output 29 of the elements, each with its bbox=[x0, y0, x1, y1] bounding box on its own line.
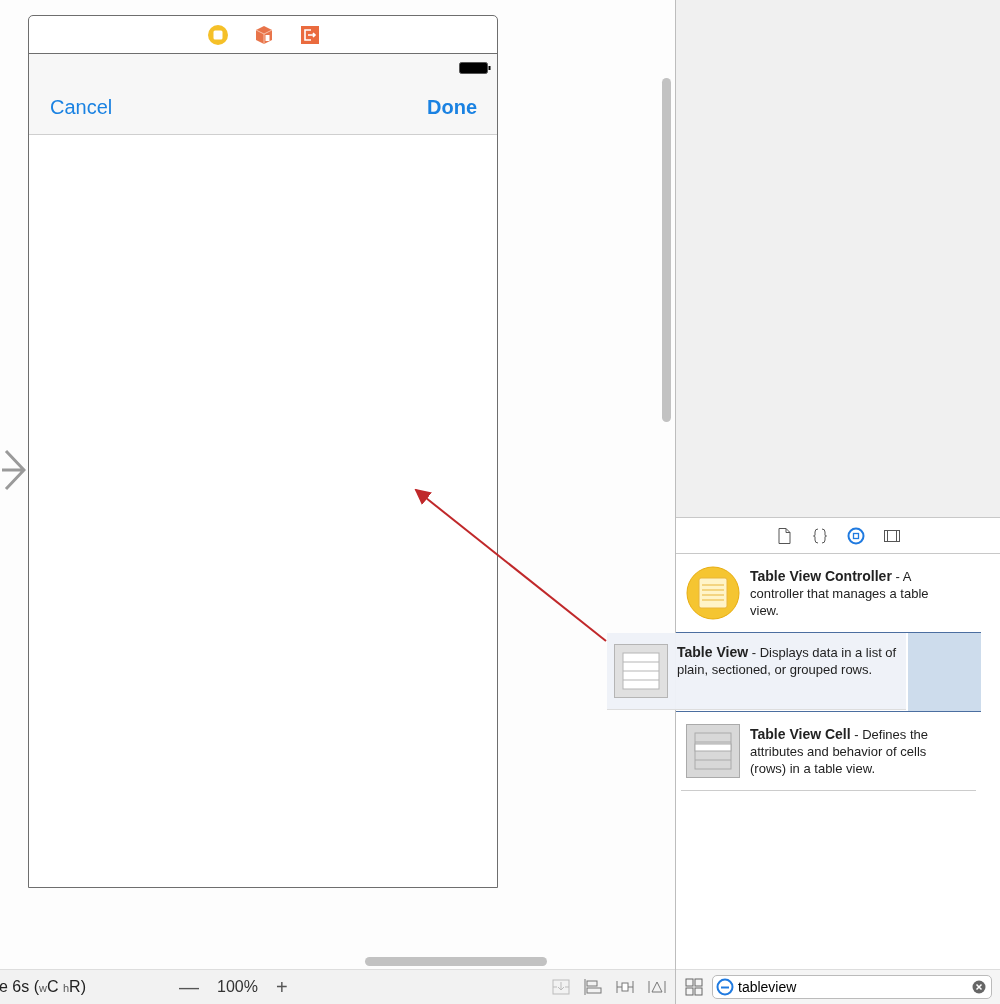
cancel-button[interactable]: Cancel bbox=[50, 96, 113, 119]
table-cell-icon bbox=[686, 724, 740, 778]
object-icon bbox=[716, 978, 734, 996]
zoom-out-button[interactable]: — bbox=[179, 975, 199, 999]
item-description: Table View Controller - A controller that manages a table view. bbox=[750, 568, 930, 619]
zoom-level[interactable]: 100% bbox=[217, 978, 258, 996]
clear-icon[interactable] bbox=[972, 980, 986, 994]
done-button[interactable]: Done bbox=[427, 96, 477, 119]
resolve-icon[interactable] bbox=[647, 978, 667, 996]
exit-icon[interactable] bbox=[299, 23, 321, 46]
zoom-in-button[interactable]: + bbox=[275, 975, 288, 999]
item-description: Table View Cell - Defines the attributes and behavior of cells (rows) in a table view. bbox=[750, 726, 929, 777]
vertical-scrollbar[interactable] bbox=[661, 78, 671, 422]
circle-icon[interactable] bbox=[207, 23, 229, 46]
item-description: Table View - Displays data in a list of plain, sectioned, or grouped rows. bbox=[677, 644, 898, 679]
grid-icon[interactable] bbox=[684, 977, 704, 997]
cube-icon[interactable] bbox=[253, 23, 275, 46]
table-controller-icon bbox=[686, 566, 740, 620]
table-view-icon bbox=[614, 644, 668, 698]
align-icon[interactable] bbox=[583, 978, 603, 996]
braces-icon[interactable] bbox=[811, 526, 829, 545]
search-field[interactable]: tableview bbox=[712, 975, 992, 999]
horizontal-scrollbar[interactable] bbox=[365, 957, 547, 966]
object-icon[interactable] bbox=[847, 526, 865, 545]
pin-icon[interactable] bbox=[615, 978, 635, 996]
battery-icon bbox=[459, 61, 491, 74]
file-icon[interactable] bbox=[775, 526, 793, 545]
entry-arrow bbox=[0, 448, 26, 492]
drag-preview[interactable]: Table View - Displays data in a list of plain, sectioned, or grouped rows. bbox=[607, 633, 906, 710]
